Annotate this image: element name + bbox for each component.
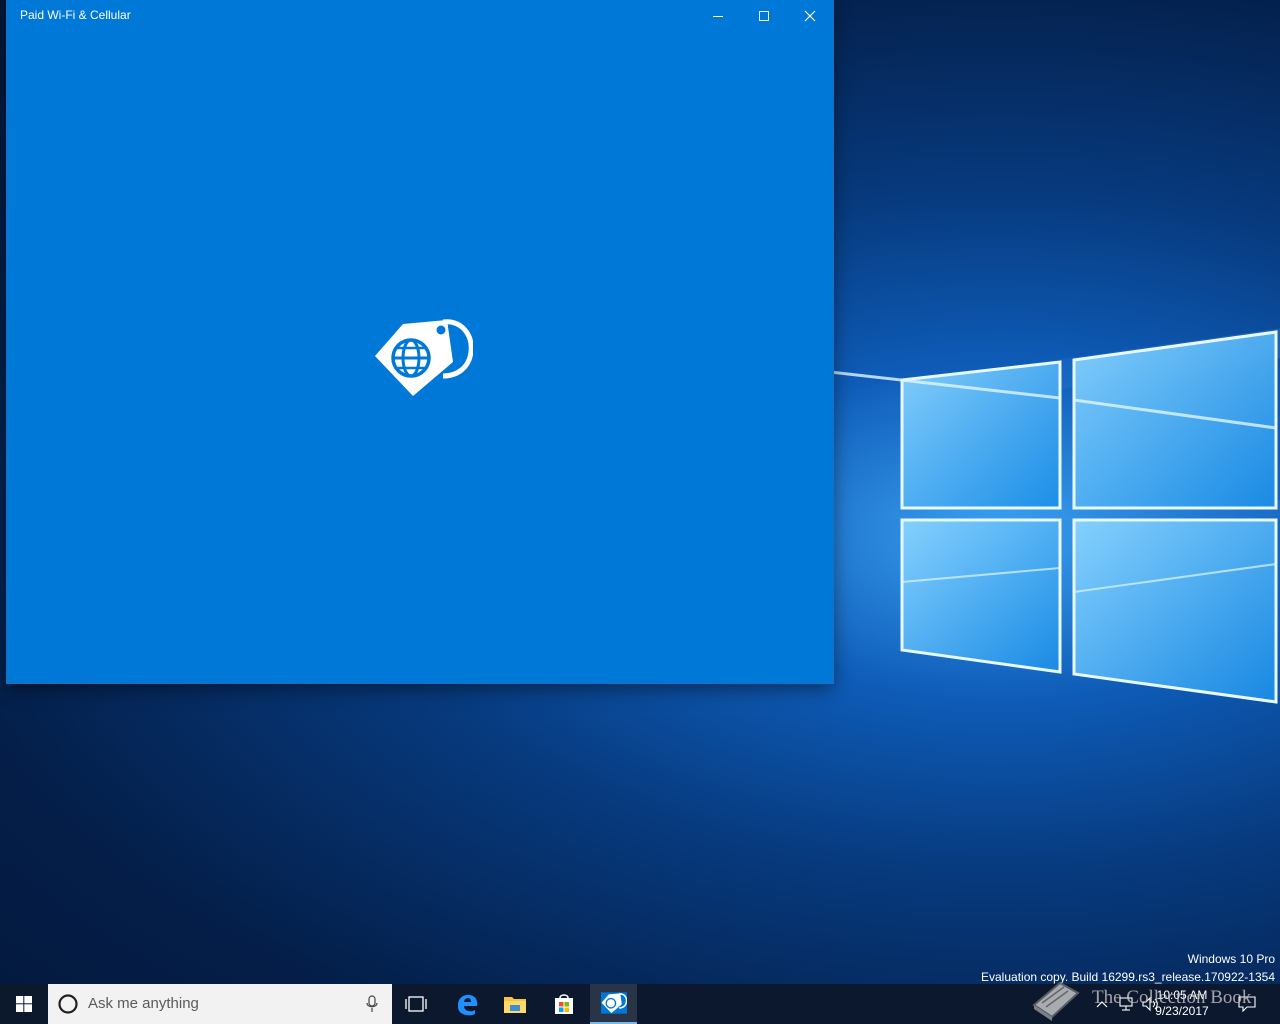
close-button[interactable] [787, 0, 833, 32]
minimize-button[interactable] [695, 0, 741, 32]
maximize-button[interactable] [741, 0, 787, 32]
sim-tag-globe-icon [375, 319, 473, 396]
cortana-search-box[interactable]: Ask me anything [48, 984, 392, 1024]
store-button[interactable] [540, 984, 588, 1024]
edge-icon [458, 994, 478, 1016]
task-view-button[interactable] [392, 984, 440, 1024]
wallpaper-windows-logo [830, 330, 1278, 704]
app-window: Paid Wi-Fi & Cellular [7, 0, 833, 683]
sim-tag-globe-icon [600, 992, 627, 1014]
task-view-icon [405, 996, 427, 1012]
desktop: Paid Wi-Fi & Cellular Windows 10 Pro Eva… [0, 0, 1280, 1024]
cortana-icon [58, 994, 78, 1014]
title-bar[interactable]: Paid Wi-Fi & Cellular [7, 0, 833, 32]
book-icon [1032, 981, 1080, 1021]
paid-wifi-cellular-taskbar-button[interactable] [590, 984, 637, 1024]
maximize-icon [759, 11, 769, 21]
folder-icon [504, 997, 526, 1013]
file-explorer-button[interactable] [491, 984, 539, 1024]
minimize-icon [713, 16, 723, 17]
search-placeholder: Ask me anything [88, 995, 199, 1012]
window-title: Paid Wi-Fi & Cellular [20, 8, 131, 22]
windows-start-icon [16, 996, 32, 1012]
watermark-edition: Windows 10 Pro [1187, 952, 1275, 966]
collection-book-text: The Collection Book [1092, 987, 1252, 1008]
start-button[interactable] [0, 984, 48, 1024]
collection-book-overlay: The Collection Book [1030, 975, 1260, 1023]
edge-taskbar-button[interactable] [443, 984, 491, 1024]
microphone-icon[interactable] [366, 995, 378, 1013]
close-icon [804, 10, 816, 22]
store-icon [555, 994, 573, 1014]
